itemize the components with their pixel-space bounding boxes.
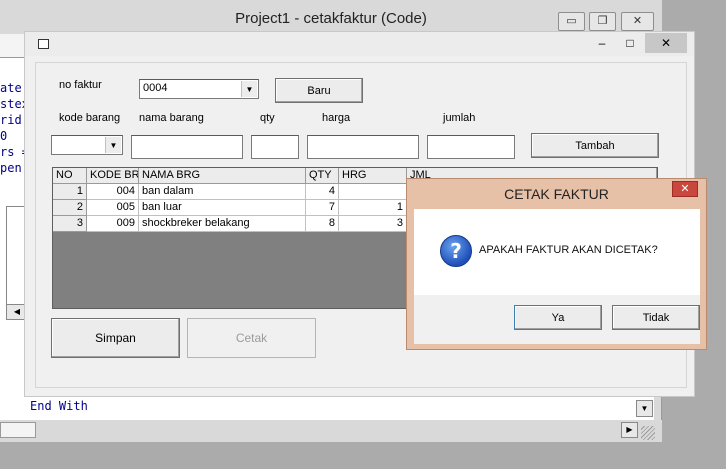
nama-barang-input[interactable]	[131, 135, 243, 159]
no-faktur-combo[interactable]: 0004 ▼	[139, 79, 259, 99]
code-line: rid	[0, 113, 22, 127]
cetak-button[interactable]: Cetak	[187, 318, 316, 358]
grid-header-qty: QTY	[306, 168, 339, 184]
grid-header-no: NO	[53, 168, 87, 184]
tambah-button[interactable]: Tambah	[531, 133, 659, 158]
kode-barang-label: kode barang	[59, 112, 121, 124]
dialog-body: ? APAKAH FAKTUR AKAN DICETAK? Ya Tidak	[414, 209, 700, 344]
table-cell-nama[interactable]: ban luar	[139, 200, 306, 216]
table-cell-hrg[interactable]	[339, 184, 407, 200]
qty-label: qty	[260, 112, 275, 124]
scroll-down-icon[interactable]: ▼	[636, 400, 653, 417]
table-cell-hrg[interactable]: 1	[339, 200, 407, 216]
no-faktur-value: 0004	[143, 82, 168, 94]
table-row-number[interactable]: 1	[53, 184, 87, 200]
code-hscrollbar[interactable]: ▶	[0, 420, 662, 442]
harga-input[interactable]	[307, 135, 419, 159]
code-line: pen	[0, 161, 22, 175]
table-row-number[interactable]: 2	[53, 200, 87, 216]
question-icon: ?	[440, 235, 472, 267]
table-cell-qty[interactable]: 4	[306, 184, 339, 200]
ya-button[interactable]: Ya	[514, 305, 602, 330]
table-cell-qty[interactable]: 7	[306, 200, 339, 216]
dialog-message-area: ? APAKAH FAKTUR AKAN DICETAK?	[414, 209, 700, 295]
code-line: 0	[0, 129, 8, 143]
table-cell-qty[interactable]: 8	[306, 216, 339, 232]
scroll-right-icon[interactable]: ▶	[621, 422, 638, 438]
table-cell-kode[interactable]: 004	[87, 184, 139, 200]
dialog-message: APAKAH FAKTUR AKAN DICETAK?	[479, 244, 658, 256]
qty-input[interactable]	[251, 135, 299, 159]
grid-header-kode: KODE BR	[87, 168, 139, 184]
form-minimize-button[interactable]: ‒	[589, 35, 615, 53]
jumlah-label: jumlah	[443, 112, 476, 124]
chevron-down-icon[interactable]: ▼	[105, 137, 121, 153]
baru-button[interactable]: Baru	[275, 78, 363, 103]
table-row-number[interactable]: 3	[53, 216, 87, 232]
grid-header-hrg: HRG	[339, 168, 407, 184]
cetak-faktur-dialog: CETAK FAKTUR ✕ ? APAKAH FAKTUR AKAN DICE…	[406, 178, 707, 350]
jumlah-input[interactable]	[427, 135, 515, 159]
code-line-end-with: End With	[30, 399, 88, 413]
form-close-button[interactable]: ✕	[645, 33, 687, 53]
table-cell-nama[interactable]: shockbreker belakang	[139, 216, 306, 232]
code-maximize-button[interactable]: ❐	[589, 12, 616, 31]
chevron-down-icon[interactable]: ▼	[241, 81, 257, 97]
form-icon	[38, 39, 49, 49]
table-cell-hrg[interactable]: 3	[339, 216, 407, 232]
tidak-button[interactable]: Tidak	[612, 305, 700, 330]
kode-barang-combo[interactable]: ▼	[51, 135, 123, 155]
dialog-close-button[interactable]: ✕	[672, 181, 698, 197]
code-close-button[interactable]: ✕	[621, 12, 654, 31]
resize-grip-icon[interactable]	[641, 426, 655, 440]
table-cell-kode[interactable]: 005	[87, 200, 139, 216]
table-cell-nama[interactable]: ban dalam	[139, 184, 306, 200]
harga-label: harga	[322, 112, 351, 124]
form-maximize-button[interactable]: □	[617, 35, 643, 53]
code-minimize-button[interactable]: ▭	[558, 12, 585, 31]
nama-barang-label: nama barang	[139, 112, 204, 124]
table-cell-kode[interactable]: 009	[87, 216, 139, 232]
view-toggle-buttons[interactable]	[0, 422, 36, 438]
grid-header-nama: NAMA BRG	[139, 168, 306, 184]
code-window-titlebar: Project1 - cetakfaktur (Code) ▭ ❐ ✕	[0, 0, 662, 34]
dialog-title: CETAK FAKTUR	[504, 186, 609, 202]
form-titlebar: ‒ □ ✕	[25, 32, 694, 56]
simpan-button[interactable]: Simpan	[51, 318, 180, 358]
ide-background-bottom	[0, 442, 662, 469]
no-faktur-label: no faktur	[59, 79, 102, 91]
code-line: ate	[0, 81, 22, 95]
